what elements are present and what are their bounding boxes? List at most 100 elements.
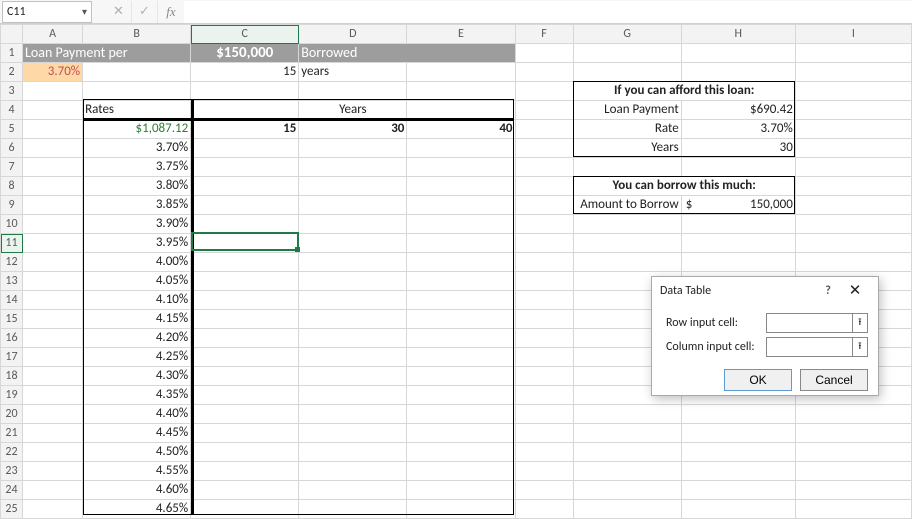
formula-input[interactable] — [184, 1, 912, 23]
row-header-8[interactable]: 8 — [1, 177, 23, 196]
cell-B14[interactable]: 4.10% — [83, 291, 191, 310]
cell-D5[interactable]: 30 — [299, 120, 407, 139]
dialog-help-icon[interactable]: ? — [816, 284, 840, 298]
row-header-15[interactable]: 15 — [1, 310, 23, 329]
cell-B5[interactable]: $1,087.12 — [83, 120, 191, 139]
cell-B22[interactable]: 4.50% — [83, 443, 191, 462]
cell-C2[interactable]: 15 — [191, 63, 299, 82]
cell-H5[interactable]: 3.70% — [681, 120, 795, 139]
cell-G1[interactable] — [573, 44, 681, 63]
cell-I6[interactable] — [795, 139, 911, 158]
cell-B9[interactable]: 3.85% — [83, 196, 191, 215]
cell-E6[interactable] — [407, 139, 515, 158]
cell-B24[interactable]: 4.60% — [83, 481, 191, 500]
row-header-14[interactable]: 14 — [1, 291, 23, 310]
cell-F3[interactable] — [515, 82, 573, 101]
column-input-range-picker-icon[interactable]: ⭱ — [852, 338, 867, 356]
cell-A8[interactable] — [23, 177, 83, 196]
cell-B25[interactable]: 4.65% — [83, 500, 191, 519]
dialog-titlebar[interactable]: Data Table ? ✕ — [652, 277, 878, 305]
row-header-16[interactable]: 16 — [1, 329, 23, 348]
row-header-17[interactable]: 17 — [1, 348, 23, 367]
cell-B19[interactable]: 4.35% — [83, 386, 191, 405]
cell-D1[interactable]: Borrowed — [299, 44, 515, 63]
name-box-dropdown-icon[interactable]: ▾ — [82, 5, 87, 18]
data-table-dialog[interactable]: Data Table ? ✕ Row input cell: ⭱ Column … — [651, 276, 879, 396]
cell-C7[interactable] — [191, 158, 299, 177]
row-header-13[interactable]: 13 — [1, 272, 23, 291]
cell-G7[interactable] — [573, 158, 681, 177]
cell-G6[interactable]: Years — [573, 139, 681, 158]
cell-G3[interactable]: If you can afford this loan: — [573, 82, 795, 101]
row-header-9[interactable]: 9 — [1, 196, 23, 215]
row-header-5[interactable]: 5 — [1, 120, 23, 139]
column-header-H[interactable]: H — [681, 25, 795, 44]
cell-H7[interactable] — [681, 158, 795, 177]
cell-B10[interactable]: 3.90% — [83, 215, 191, 234]
cell-F4[interactable] — [515, 101, 573, 120]
row-header-10[interactable]: 10 — [1, 215, 23, 234]
cell-B23[interactable]: 4.55% — [83, 462, 191, 481]
cell-F2[interactable] — [515, 63, 573, 82]
cell-A3[interactable] — [23, 82, 83, 101]
cell-C6[interactable] — [191, 139, 299, 158]
cell-D7[interactable] — [299, 158, 407, 177]
row-header-19[interactable]: 19 — [1, 386, 23, 405]
cell-B7[interactable]: 3.75% — [83, 158, 191, 177]
column-header-F[interactable]: F — [515, 25, 573, 44]
cell-G4[interactable]: Loan Payment — [573, 101, 681, 120]
cell-F9[interactable] — [515, 196, 573, 215]
cell-B11[interactable]: 3.95% — [83, 234, 191, 253]
cancel-button[interactable]: Cancel — [800, 369, 868, 391]
cell-B20[interactable]: 4.40% — [83, 405, 191, 424]
cell-A5[interactable] — [23, 120, 83, 139]
cell-D9[interactable] — [299, 196, 407, 215]
row-header-23[interactable]: 23 — [1, 462, 23, 481]
cell-F6[interactable] — [515, 139, 573, 158]
cell-I2[interactable] — [795, 63, 911, 82]
cell-I5[interactable] — [795, 120, 911, 139]
cell-E3[interactable] — [407, 82, 515, 101]
worksheet-grid[interactable]: A B C D E F G H I 1 Loan Payment per $15… — [0, 24, 912, 519]
row-header-22[interactable]: 22 — [1, 443, 23, 462]
column-header-B[interactable]: B — [83, 25, 191, 44]
column-header-D[interactable]: D — [299, 25, 407, 44]
cell-B18[interactable]: 4.30% — [83, 367, 191, 386]
cell-F5[interactable] — [515, 120, 573, 139]
row-header-25[interactable]: 25 — [1, 500, 23, 519]
cell-A1[interactable]: Loan Payment per — [23, 44, 191, 63]
column-header-E[interactable]: E — [407, 25, 515, 44]
cell-H4[interactable]: $690.42 — [681, 101, 795, 120]
cell-B13[interactable]: 4.05% — [83, 272, 191, 291]
row-header-6[interactable]: 6 — [1, 139, 23, 158]
dialog-close-icon[interactable]: ✕ — [840, 284, 870, 299]
cell-D8[interactable] — [299, 177, 407, 196]
row-header-21[interactable]: 21 — [1, 424, 23, 443]
cell-D4[interactable]: Years — [299, 101, 407, 120]
row-header-2[interactable]: 2 — [1, 63, 23, 82]
cell-B4[interactable]: Rates — [83, 101, 191, 120]
cell-I9[interactable] — [795, 196, 911, 215]
cell-G5[interactable]: Rate — [573, 120, 681, 139]
cell-D2[interactable]: years — [299, 63, 407, 82]
cell-C11[interactable] — [191, 234, 299, 253]
column-header-G[interactable]: G — [573, 25, 681, 44]
cell-D6[interactable] — [299, 139, 407, 158]
cell-A6[interactable] — [23, 139, 83, 158]
name-box[interactable]: C11 ▾ — [2, 1, 92, 23]
row-header-12[interactable]: 12 — [1, 253, 23, 272]
cell-C8[interactable] — [191, 177, 299, 196]
cell-F8[interactable] — [515, 177, 573, 196]
cell-E7[interactable] — [407, 158, 515, 177]
column-input-cell-field[interactable] — [767, 338, 852, 356]
cell-B16[interactable]: 4.20% — [83, 329, 191, 348]
cell-I3[interactable] — [795, 82, 911, 101]
cell-B15[interactable]: 4.15% — [83, 310, 191, 329]
cell-H2[interactable] — [681, 63, 795, 82]
cell-C9[interactable] — [191, 196, 299, 215]
cell-H6[interactable]: 30 — [681, 139, 795, 158]
row-header-20[interactable]: 20 — [1, 405, 23, 424]
column-header-C[interactable]: C — [191, 25, 299, 44]
cell-C3[interactable] — [191, 82, 299, 101]
cell-B8[interactable]: 3.80% — [83, 177, 191, 196]
